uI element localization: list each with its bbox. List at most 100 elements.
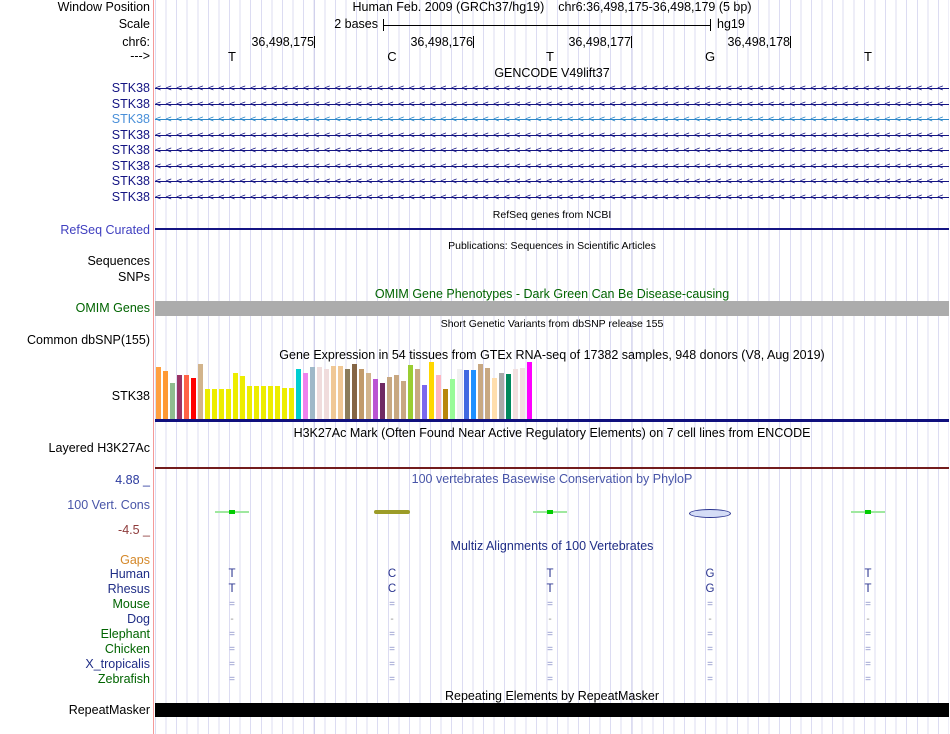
- gtex-tissue-bar: [184, 375, 189, 419]
- refseq-curated-label[interactable]: RefSeq Curated: [0, 224, 150, 237]
- species-label-chicken[interactable]: Chicken: [0, 643, 150, 656]
- alignment-cell: =: [707, 644, 713, 655]
- gene-transcript-row[interactable]: <<<<<<<<<<<<<<<<<<<<<<<<<<<<<<<<<<<<<<<<…: [155, 113, 949, 126]
- repeatmasker-label[interactable]: RepeatMasker: [0, 704, 150, 717]
- coordinate-label: 36,498,178: [671, 36, 791, 49]
- gene-label-stk38-2[interactable]: STK38: [0, 98, 150, 111]
- species-label-human[interactable]: Human: [0, 568, 150, 581]
- genome-browser-image: Window Position Human Feb. 2009 (GRCh37/…: [0, 0, 950, 734]
- window-left-boundary-line: [153, 0, 154, 734]
- gtex-tissue-bar: [163, 371, 168, 419]
- gtex-tissue-bar: [296, 369, 301, 419]
- gtex-tissue-bar: [177, 375, 182, 419]
- scale-tick-right: [710, 19, 711, 31]
- phylop-track-label[interactable]: 100 Vert. Cons: [0, 499, 150, 512]
- strand-direction-label: --->: [130, 49, 150, 63]
- gtex-tissue-bar: [191, 378, 196, 419]
- h3k27ac-track-title: H3K27Ac Mark (Often Found Near Active Re…: [293, 426, 811, 440]
- alignment-cell: =: [229, 659, 235, 670]
- gene-transcript-row[interactable]: <<<<<<<<<<<<<<<<<<<<<<<<<<<<<<<<<<<<<<<<…: [155, 175, 949, 188]
- gtex-tissue-bar: [492, 378, 497, 419]
- alignment-cell: =: [707, 629, 713, 640]
- coordinate-value: 36,498,176: [410, 35, 473, 49]
- gtex-tissue-bar: [471, 370, 476, 419]
- alignment-cell: =: [547, 599, 553, 610]
- species-label-rhesus[interactable]: Rhesus: [0, 583, 150, 596]
- gtex-tissue-bar: [457, 369, 462, 419]
- alignment-cell: T: [228, 583, 236, 595]
- gene-transcript-row[interactable]: <<<<<<<<<<<<<<<<<<<<<<<<<<<<<<<<<<<<<<<<…: [155, 98, 949, 111]
- coordinate-value: 36,498,175: [251, 35, 314, 49]
- base-letter: T: [546, 49, 554, 64]
- gtex-tissue-bar: [233, 373, 238, 419]
- repeatmasker-track-title: Repeating Elements by RepeatMasker: [444, 689, 659, 703]
- publications-snps-label[interactable]: SNPs: [0, 271, 150, 284]
- publications-track-title: Publications: Sequences in Scientific Ar…: [448, 240, 656, 252]
- species-label-dog[interactable]: Dog: [0, 613, 150, 626]
- alignment-cell: -: [548, 614, 552, 625]
- gtex-tissue-bar: [324, 369, 329, 419]
- gene-label-stk38-1[interactable]: STK38: [0, 82, 150, 95]
- alignment-cell: =: [389, 599, 395, 610]
- species-label-mouse[interactable]: Mouse: [0, 598, 150, 611]
- gtex-tissue-bar: [443, 389, 448, 419]
- gtex-tissue-bar: [275, 386, 280, 419]
- alignment-cell: =: [547, 644, 553, 655]
- gtex-tissue-bar: [247, 386, 252, 419]
- gene-label-stk38-8[interactable]: STK38: [0, 191, 150, 204]
- refseq-gene-line[interactable]: [155, 228, 949, 230]
- gene-transcript-row[interactable]: <<<<<<<<<<<<<<<<<<<<<<<<<<<<<<<<<<<<<<<<…: [155, 82, 949, 95]
- alignment-cell: =: [389, 659, 395, 670]
- gene-transcript-row[interactable]: <<<<<<<<<<<<<<<<<<<<<<<<<<<<<<<<<<<<<<<<…: [155, 160, 949, 173]
- gtex-tissue-bar: [345, 369, 350, 419]
- gtex-tissue-bar: [352, 364, 357, 419]
- header-line: Human Feb. 2009 (GRCh37/hg19) chr6:36,49…: [155, 1, 949, 14]
- phylop-min-label: -4.5 _: [118, 523, 150, 537]
- gene-label-stk38-6[interactable]: STK38: [0, 160, 150, 173]
- scale-tick-left: [383, 19, 384, 31]
- alignment-cell: -: [708, 614, 712, 625]
- species-label-x_tropicalis[interactable]: X_tropicalis: [0, 658, 150, 671]
- gtex-tissue-bar: [464, 370, 469, 419]
- gtex-tissue-bar: [485, 368, 490, 419]
- gene-transcript-row[interactable]: <<<<<<<<<<<<<<<<<<<<<<<<<<<<<<<<<<<<<<<<…: [155, 144, 949, 157]
- gene-transcript-row[interactable]: <<<<<<<<<<<<<<<<<<<<<<<<<<<<<<<<<<<<<<<<…: [155, 129, 949, 142]
- gtex-tissue-bar: [289, 388, 294, 419]
- species-label-gaps[interactable]: Gaps: [0, 554, 150, 567]
- repeatmasker-element-bar[interactable]: [155, 703, 949, 717]
- species-label-zebrafish[interactable]: Zebrafish: [0, 673, 150, 686]
- omim-genes-label[interactable]: OMIM Genes: [0, 302, 150, 315]
- gtex-tissue-bar: [450, 379, 455, 419]
- window-position-label: Window Position: [57, 0, 150, 14]
- gene-label-stk38-4[interactable]: STK38: [0, 129, 150, 142]
- gtex-gene-label[interactable]: STK38: [0, 390, 150, 403]
- alignment-cell: =: [865, 674, 871, 685]
- coordinate-label: 36,498,177: [512, 36, 632, 49]
- alignment-cell: =: [865, 629, 871, 640]
- alignment-cell: T: [546, 568, 554, 580]
- species-label-elephant[interactable]: Elephant: [0, 628, 150, 641]
- gtex-barchart[interactable]: [155, 359, 949, 419]
- alignment-cell: =: [547, 674, 553, 685]
- gene-transcript-row[interactable]: <<<<<<<<<<<<<<<<<<<<<<<<<<<<<<<<<<<<<<<<…: [155, 191, 949, 204]
- gene-label-stk38-3[interactable]: STK38: [0, 113, 150, 126]
- alignment-cell: =: [865, 644, 871, 655]
- gtex-tissue-bar: [240, 376, 245, 419]
- alignment-cell: =: [707, 659, 713, 670]
- gtex-tissue-bar: [394, 375, 399, 419]
- phylop-mark-negative: [689, 509, 731, 518]
- common-dbsnp-label[interactable]: Common dbSNP(155): [0, 334, 150, 347]
- alignment-cell: -: [390, 614, 394, 625]
- gene-label-stk38-5[interactable]: STK38: [0, 144, 150, 157]
- alignment-cell: =: [389, 629, 395, 640]
- gtex-tissue-bar: [380, 383, 385, 419]
- omim-track-title: OMIM Gene Phenotypes - Dark Green Can Be…: [374, 287, 730, 301]
- phylop-mark-neutral: [374, 510, 410, 514]
- base-letter: C: [387, 49, 397, 64]
- layered-h3k27ac-label[interactable]: Layered H3K27Ac: [0, 442, 150, 455]
- alignment-cell: =: [865, 659, 871, 670]
- omim-gene-bar[interactable]: [155, 301, 949, 316]
- alignment-cell: =: [229, 644, 235, 655]
- gene-label-stk38-7[interactable]: STK38: [0, 175, 150, 188]
- publications-sequences-label[interactable]: Sequences: [0, 255, 150, 268]
